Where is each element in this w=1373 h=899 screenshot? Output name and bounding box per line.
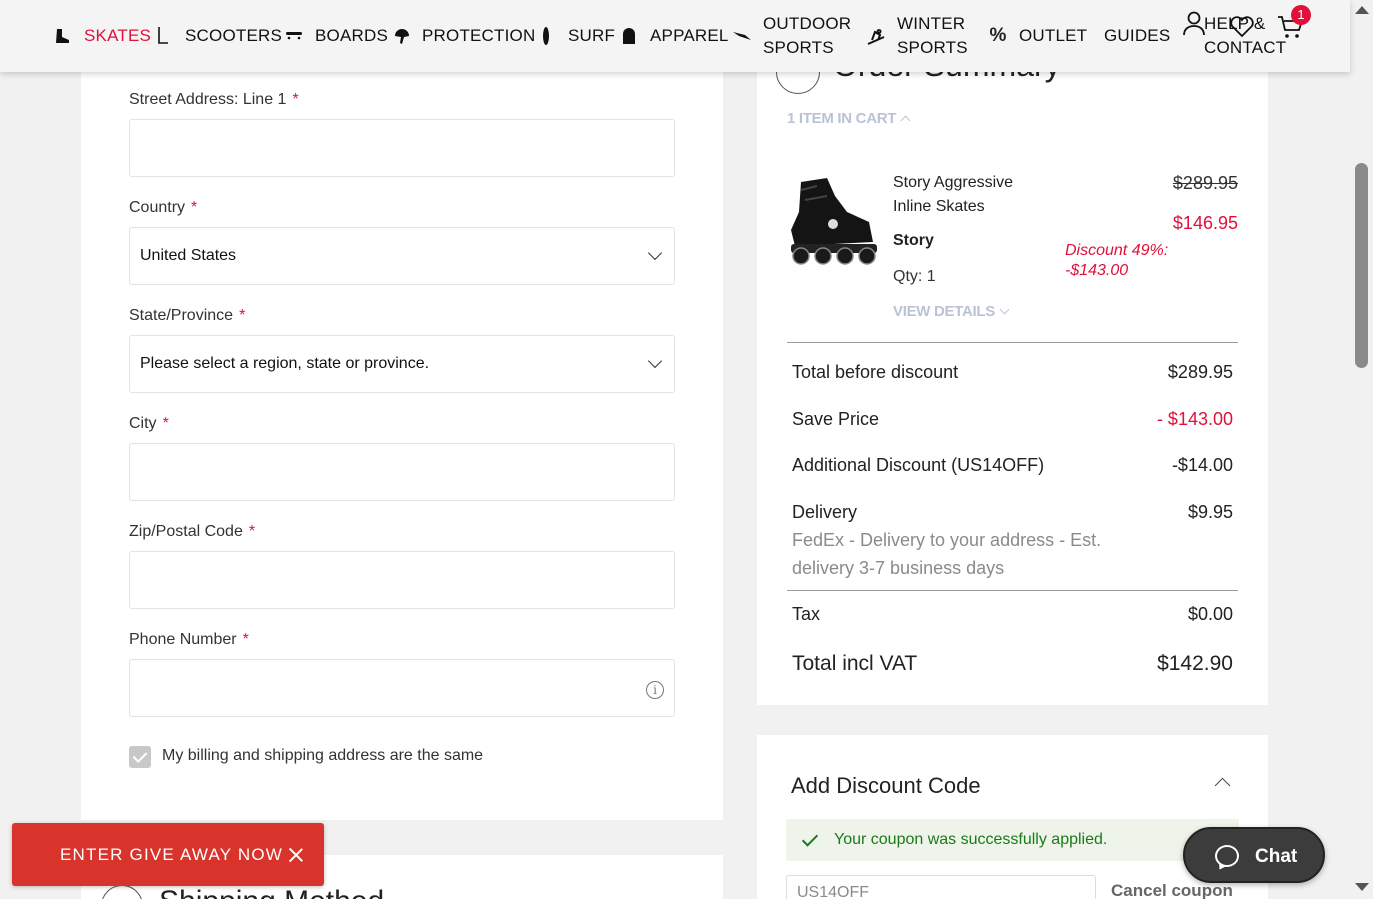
nav-outdoor-line1: OUTDOOR [763, 14, 852, 33]
phone-label: Phone Number * [129, 631, 249, 648]
coupon-success-text: Your coupon was successfully applied. [834, 831, 1108, 848]
delivery-label: Delivery [792, 502, 858, 522]
skateboard-icon [285, 30, 303, 40]
scroll-up-arrow-icon[interactable] [1355, 6, 1369, 14]
billing-same-checkbox[interactable] [129, 746, 151, 768]
country-select[interactable]: United States [129, 227, 675, 285]
cart-count-badge: 1 [1291, 5, 1311, 25]
zip-label: Zip/Postal Code * [129, 523, 256, 540]
skier-icon [866, 26, 886, 46]
product-qty: Qty: 1 [893, 268, 936, 285]
shipping-method-title: Shipping Method [159, 885, 384, 899]
street-address-input[interactable] [129, 119, 675, 177]
nav-protection[interactable]: PROTECTION [422, 0, 535, 72]
page-scrollbar[interactable] [1350, 0, 1373, 899]
nav-winter-line2: SPORTS [897, 38, 968, 57]
chevron-up-icon[interactable] [1214, 777, 1231, 794]
cap-icon [732, 28, 752, 42]
additional-discount-label: Additional Discount (US14OFF) [792, 455, 1045, 475]
divider [787, 590, 1238, 591]
coupon-success-message: Your coupon was successfully applied. [786, 819, 1239, 861]
surfboard-icon [541, 26, 551, 46]
tax-label: Tax [792, 604, 821, 624]
discount-note: Discount 49%: -$143.00 [1065, 242, 1169, 279]
nav-guides[interactable]: GUIDES [1104, 0, 1170, 72]
street-label: Street Address: Line 1 * [129, 91, 299, 108]
tax-value: $0.00 [1187, 604, 1233, 624]
product-image[interactable] [787, 172, 879, 267]
nav-winter-line1: WINTER [897, 14, 966, 33]
nav-scooters[interactable]: SCOOTERS [185, 0, 282, 72]
product-brand: Story [893, 232, 934, 249]
scrollbar-thumb[interactable] [1355, 163, 1368, 368]
total-before-discount-label: Total before discount [792, 362, 959, 382]
discount-title[interactable]: Add Discount Code [791, 773, 981, 799]
nav-help-line2: CONTACT [1204, 38, 1287, 57]
state-label: State/Province * [129, 307, 246, 324]
nav-outdoor-sports[interactable]: OUTDOOR SPORTS [763, 0, 851, 72]
coupon-code-input[interactable]: US14OFF [786, 875, 1096, 899]
sale-price: $146.95 [1172, 213, 1238, 233]
checkmark-icon [801, 830, 819, 847]
save-price-value: - $143.00 [1156, 409, 1233, 429]
original-price: $289.95 [1172, 173, 1238, 193]
chevron-down-icon [999, 304, 1010, 315]
nav-surf[interactable]: SURF [568, 0, 615, 72]
chat-label: Chat [1255, 846, 1298, 867]
country-label: Country * [129, 199, 198, 216]
nav-outdoor-line2: SPORTS [763, 38, 834, 57]
chevron-up-icon [900, 115, 911, 126]
nav-skates[interactable]: SKATES [84, 0, 151, 72]
scooter-icon [156, 26, 170, 46]
order-summary: 4 Order Summary 1 ITEM IN CART Story Agg… [757, 47, 1268, 705]
grand-total-value: $142.90 [1157, 652, 1233, 675]
phone-input[interactable]: i [129, 659, 675, 717]
nav-outlet[interactable]: OUTLET [1019, 0, 1087, 72]
delivery-value: $9.95 [1187, 502, 1233, 522]
close-icon[interactable] [288, 847, 304, 863]
coupon-code-value: US14OFF [797, 884, 870, 899]
scroll-down-arrow-icon[interactable] [1355, 883, 1369, 891]
billing-same-label: My billing and shipping address are the … [162, 747, 484, 764]
skate-icon [54, 27, 74, 45]
info-icon[interactable]: i [646, 681, 664, 699]
step-circle [101, 885, 143, 899]
giveaway-banner[interactable]: ENTER GIVE AWAY NOW [12, 823, 324, 886]
hoodie-icon [620, 26, 638, 46]
state-value: Please select a region, state or provinc… [140, 355, 430, 372]
delivery-method: FedEx - Delivery to your address - Est. … [792, 530, 1102, 578]
percent-icon: % [989, 25, 1007, 46]
chevron-down-icon [647, 245, 663, 261]
grand-total-label: Total incl VAT [792, 652, 918, 675]
chevron-down-icon [647, 353, 663, 369]
cancel-coupon-button[interactable]: Cancel coupon [1111, 881, 1233, 899]
shipping-address-form: Street Address: Line 1 * Country * United … [81, 60, 723, 820]
nav-winter-sports[interactable]: WINTER SPORTS [897, 0, 968, 72]
nav-boards[interactable]: BOARDS [315, 0, 388, 72]
total-before-discount-value: $289.95 [1167, 362, 1233, 382]
chat-bubble-icon [1215, 845, 1239, 867]
giveaway-label: ENTER GIVE AWAY NOW [60, 845, 284, 864]
items-in-cart-toggle[interactable]: 1 ITEM IN CART [787, 110, 911, 127]
zip-input[interactable] [129, 551, 675, 609]
state-select[interactable]: Please select a region, state or provinc… [129, 335, 675, 393]
chat-button[interactable]: Chat [1183, 827, 1325, 883]
additional-discount-value: -$14.00 [1171, 455, 1233, 475]
wishlist-heart-icon[interactable] [1229, 14, 1255, 38]
city-label: City * [129, 415, 169, 432]
city-input[interactable] [129, 443, 675, 501]
view-details-toggle[interactable]: VIEW DETAILS [893, 303, 1010, 320]
divider [787, 342, 1238, 343]
product-name[interactable]: Story Aggressive Inline Skates [893, 171, 1043, 219]
country-value: United States [140, 247, 237, 264]
top-navigation: SKATES SCOOTERS BOARDS PROTECTION SURF A… [0, 0, 1350, 72]
nav-apparel[interactable]: APPAREL [650, 0, 729, 72]
account-icon[interactable] [1182, 10, 1206, 36]
helmet-icon [393, 26, 411, 46]
save-price-label: Save Price [792, 409, 880, 429]
